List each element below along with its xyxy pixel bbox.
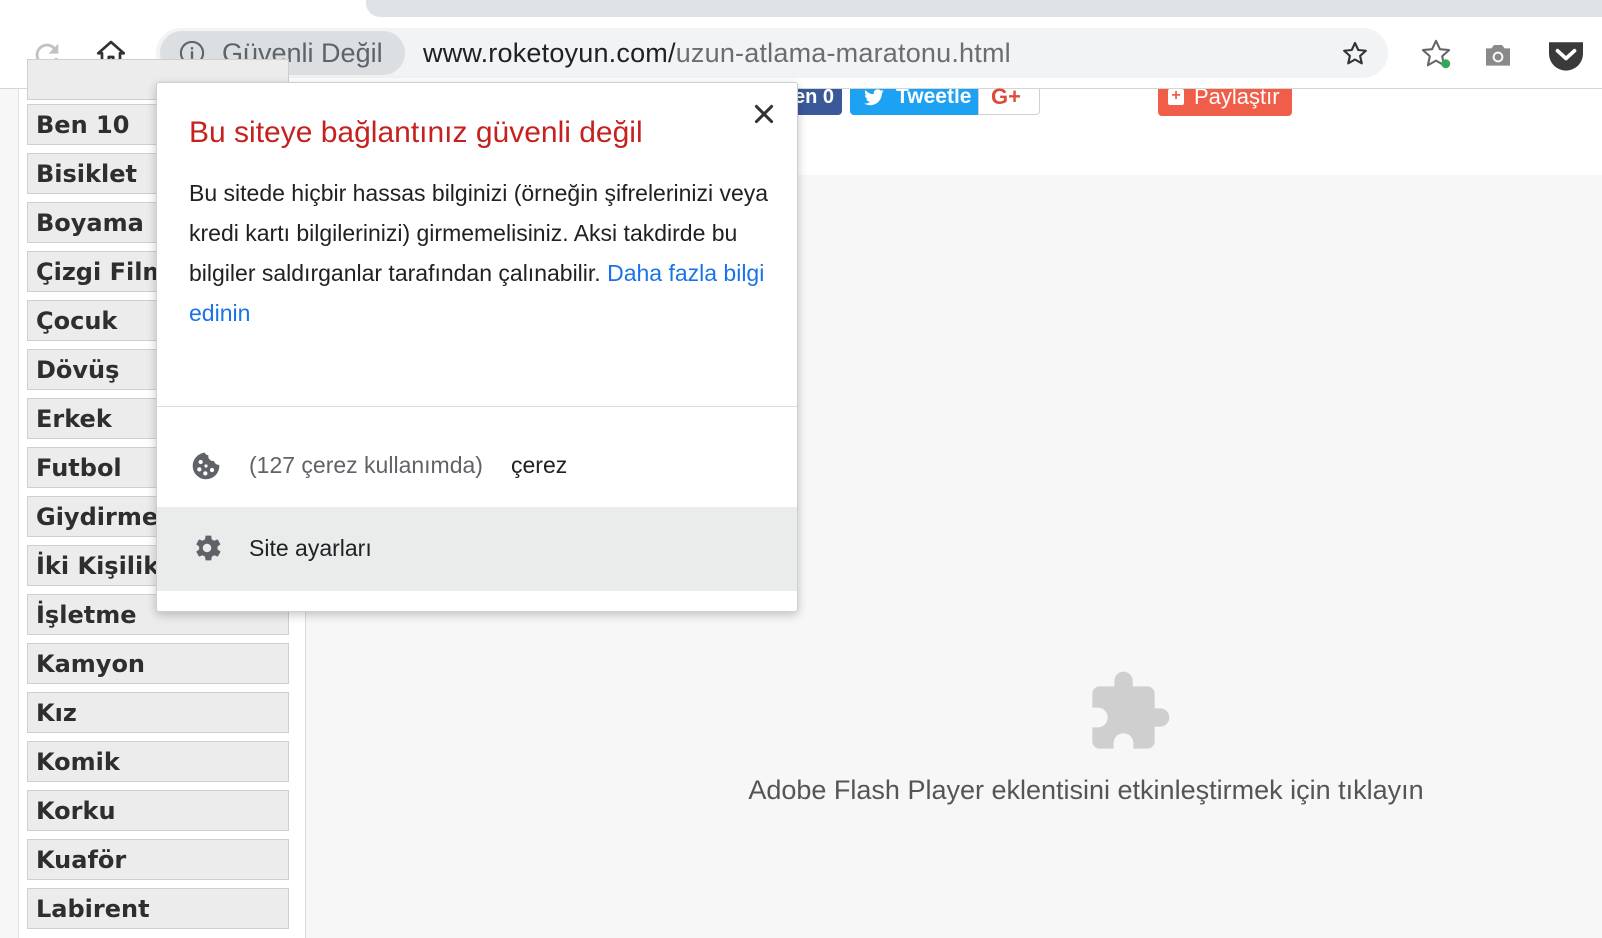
tweet-label: Tweetle <box>896 89 972 108</box>
twitter-bird-icon <box>864 89 884 106</box>
popup-title: Bu siteye bağlantınız güvenli değil <box>189 116 643 149</box>
site-settings-row[interactable]: Site ayarları <box>157 507 797 591</box>
url-host: www.roketoyun.com/ <box>423 38 676 68</box>
popup-description: Bu sitede hiçbir hassas bilginizi (örneğ… <box>189 173 769 333</box>
google-plus-button[interactable]: G+ <box>978 86 1040 115</box>
close-icon[interactable] <box>751 101 777 127</box>
category-item[interactable]: Kamyon <box>27 643 289 684</box>
category-item[interactable]: Korku <box>27 790 289 831</box>
plus-icon: + <box>1168 89 1184 105</box>
share-label: Paylaştır <box>1194 89 1280 109</box>
camera-icon[interactable] <box>1482 40 1514 70</box>
tweet-button[interactable]: Tweetle <box>850 89 978 115</box>
cookie-label: çerez <box>511 452 568 478</box>
extension-star-icon[interactable] <box>1418 36 1454 72</box>
cookies-row[interactable]: (127 çerez kullanımda) çerez <box>157 423 797 507</box>
share-button[interactable]: + Paylaştır <box>1158 89 1292 116</box>
category-item[interactable]: Kız <box>27 692 289 733</box>
cookie-icon <box>192 452 220 480</box>
site-settings-label: Site ayarları <box>249 535 372 561</box>
popup-divider <box>157 406 797 407</box>
site-security-popup: Bu siteye bağlantınız güvenli değil Bu s… <box>156 82 798 612</box>
gear-icon <box>196 535 221 561</box>
url-text[interactable]: www.roketoyun.com/uzun-atlama-maratonu.h… <box>423 38 1011 68</box>
star-icon[interactable] <box>1340 39 1370 69</box>
flash-enable-message: Adobe Flash Player eklentisini etkinleşt… <box>748 775 1424 805</box>
category-item[interactable]: Labirent <box>27 888 289 929</box>
cookie-count: (127 çerez kullanımda) <box>249 452 483 478</box>
tab-strip <box>0 0 1602 22</box>
puzzle-piece-icon <box>1092 671 1170 749</box>
address-bar[interactable]: Güvenli Değil www.roketoyun.com/uzun-atl… <box>156 28 1388 78</box>
category-item[interactable]: Kuaför <box>27 839 289 880</box>
category-item[interactable]: Komik <box>27 741 289 782</box>
url-path: uzun-atlama-maratonu.html <box>675 38 1011 68</box>
tab-strip-background <box>366 0 1602 17</box>
pocket-icon[interactable] <box>1546 38 1586 72</box>
